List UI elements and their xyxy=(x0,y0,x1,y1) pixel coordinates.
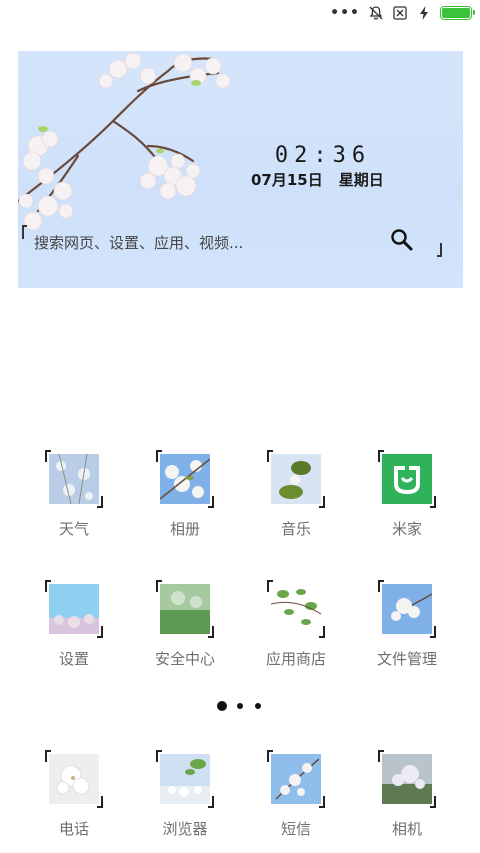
frame-corner xyxy=(319,496,325,508)
app-icon-frame xyxy=(156,450,214,508)
frame-corner xyxy=(319,626,325,638)
page-dot-active[interactable] xyxy=(217,701,227,711)
frame-corner xyxy=(430,496,436,508)
gallery-icon xyxy=(160,454,210,504)
clock-time[interactable]: 02:36 xyxy=(268,143,378,168)
page-dot[interactable] xyxy=(255,703,261,709)
app-label: 安全中心 xyxy=(154,650,215,668)
search-bar[interactable]: 搜索网页、设置、应用、视频... xyxy=(22,223,442,259)
clock-search-widget[interactable]: 02:36 07月15日 星期日 搜索网页、设置、应用、视频... xyxy=(18,51,463,288)
dock-app-browser[interactable]: 浏览器 xyxy=(130,750,240,839)
bracket-top-left xyxy=(22,225,24,239)
app-label: 米家 xyxy=(391,520,422,538)
app-icon-frame xyxy=(267,580,325,638)
music-icon xyxy=(271,454,321,504)
messages-icon xyxy=(271,754,321,804)
app-icon-frame xyxy=(378,580,436,638)
dock-app-camera[interactable]: 相机 xyxy=(352,750,462,839)
browser-icon xyxy=(160,754,210,804)
more-notifications-icon: ••• xyxy=(330,5,360,21)
frame-corner xyxy=(208,796,214,808)
frame-corner xyxy=(430,626,436,638)
security-center-icon xyxy=(160,584,210,634)
phone-icon xyxy=(49,754,99,804)
no-sim-icon xyxy=(393,6,407,20)
search-icon[interactable] xyxy=(390,228,414,252)
dock-app-phone[interactable]: 电话 xyxy=(19,750,129,839)
app-icon-frame xyxy=(45,750,103,808)
bracket-top-left-h xyxy=(22,225,27,227)
dock-app-messages[interactable]: 短信 xyxy=(241,750,351,839)
battery-icon xyxy=(440,6,475,20)
search-input[interactable]: 搜索网页、设置、应用、视频... xyxy=(34,232,243,253)
camera-icon xyxy=(382,754,432,804)
mute-bell-icon xyxy=(369,6,383,20)
app-label: 文件管理 xyxy=(376,650,437,668)
app-label: 设置 xyxy=(58,650,89,668)
clock-date[interactable]: 07月15日 星期日 xyxy=(251,169,384,190)
bracket-bottom-right-h xyxy=(437,255,442,257)
mijia-icon xyxy=(382,454,432,504)
app-weather[interactable]: 天气 xyxy=(19,450,129,539)
settings-icon xyxy=(49,584,99,634)
frame-corner xyxy=(208,496,214,508)
frame-corner xyxy=(208,626,214,638)
page-dot[interactable] xyxy=(237,703,243,709)
app-icon-frame xyxy=(378,750,436,808)
cherry-blossom-branch-image xyxy=(18,52,231,231)
app-icon-frame xyxy=(267,450,325,508)
app-music[interactable]: 音乐 xyxy=(241,450,351,539)
weekday-text: 星期日 xyxy=(338,171,384,189)
app-security-center[interactable]: 安全中心 xyxy=(130,580,240,669)
app-icon-frame xyxy=(45,580,103,638)
frame-corner xyxy=(97,496,103,508)
frame-corner xyxy=(97,796,103,808)
file-manager-icon xyxy=(382,584,432,634)
app-store-icon xyxy=(271,584,321,634)
app-label: 音乐 xyxy=(280,520,311,538)
app-app-store[interactable]: 应用商店 xyxy=(241,580,351,669)
app-label: 应用商店 xyxy=(265,650,326,668)
app-file-manager[interactable]: 文件管理 xyxy=(352,580,462,669)
frame-corner xyxy=(97,626,103,638)
battery-fill xyxy=(442,8,470,18)
app-settings[interactable]: 设置 xyxy=(19,580,129,669)
app-label: 相册 xyxy=(169,520,200,538)
app-icon-frame xyxy=(156,580,214,638)
charging-icon xyxy=(420,6,428,20)
weather-icon xyxy=(49,454,99,504)
date-text: 07月15日 xyxy=(251,171,323,189)
frame-corner xyxy=(430,796,436,808)
app-label: 电话 xyxy=(58,820,89,838)
app-icon-frame xyxy=(378,450,436,508)
app-label: 浏览器 xyxy=(162,820,208,838)
app-icon-frame xyxy=(156,750,214,808)
app-icon-frame xyxy=(267,750,325,808)
app-gallery[interactable]: 相册 xyxy=(130,450,240,539)
app-mijia[interactable]: 米家 xyxy=(352,450,462,539)
frame-corner xyxy=(319,796,325,808)
app-label: 短信 xyxy=(280,820,311,838)
app-icon-frame xyxy=(45,450,103,508)
status-bar: ••• xyxy=(0,0,480,26)
app-label: 相机 xyxy=(391,820,422,838)
page-indicator[interactable] xyxy=(0,700,480,714)
app-label: 天气 xyxy=(58,520,89,538)
